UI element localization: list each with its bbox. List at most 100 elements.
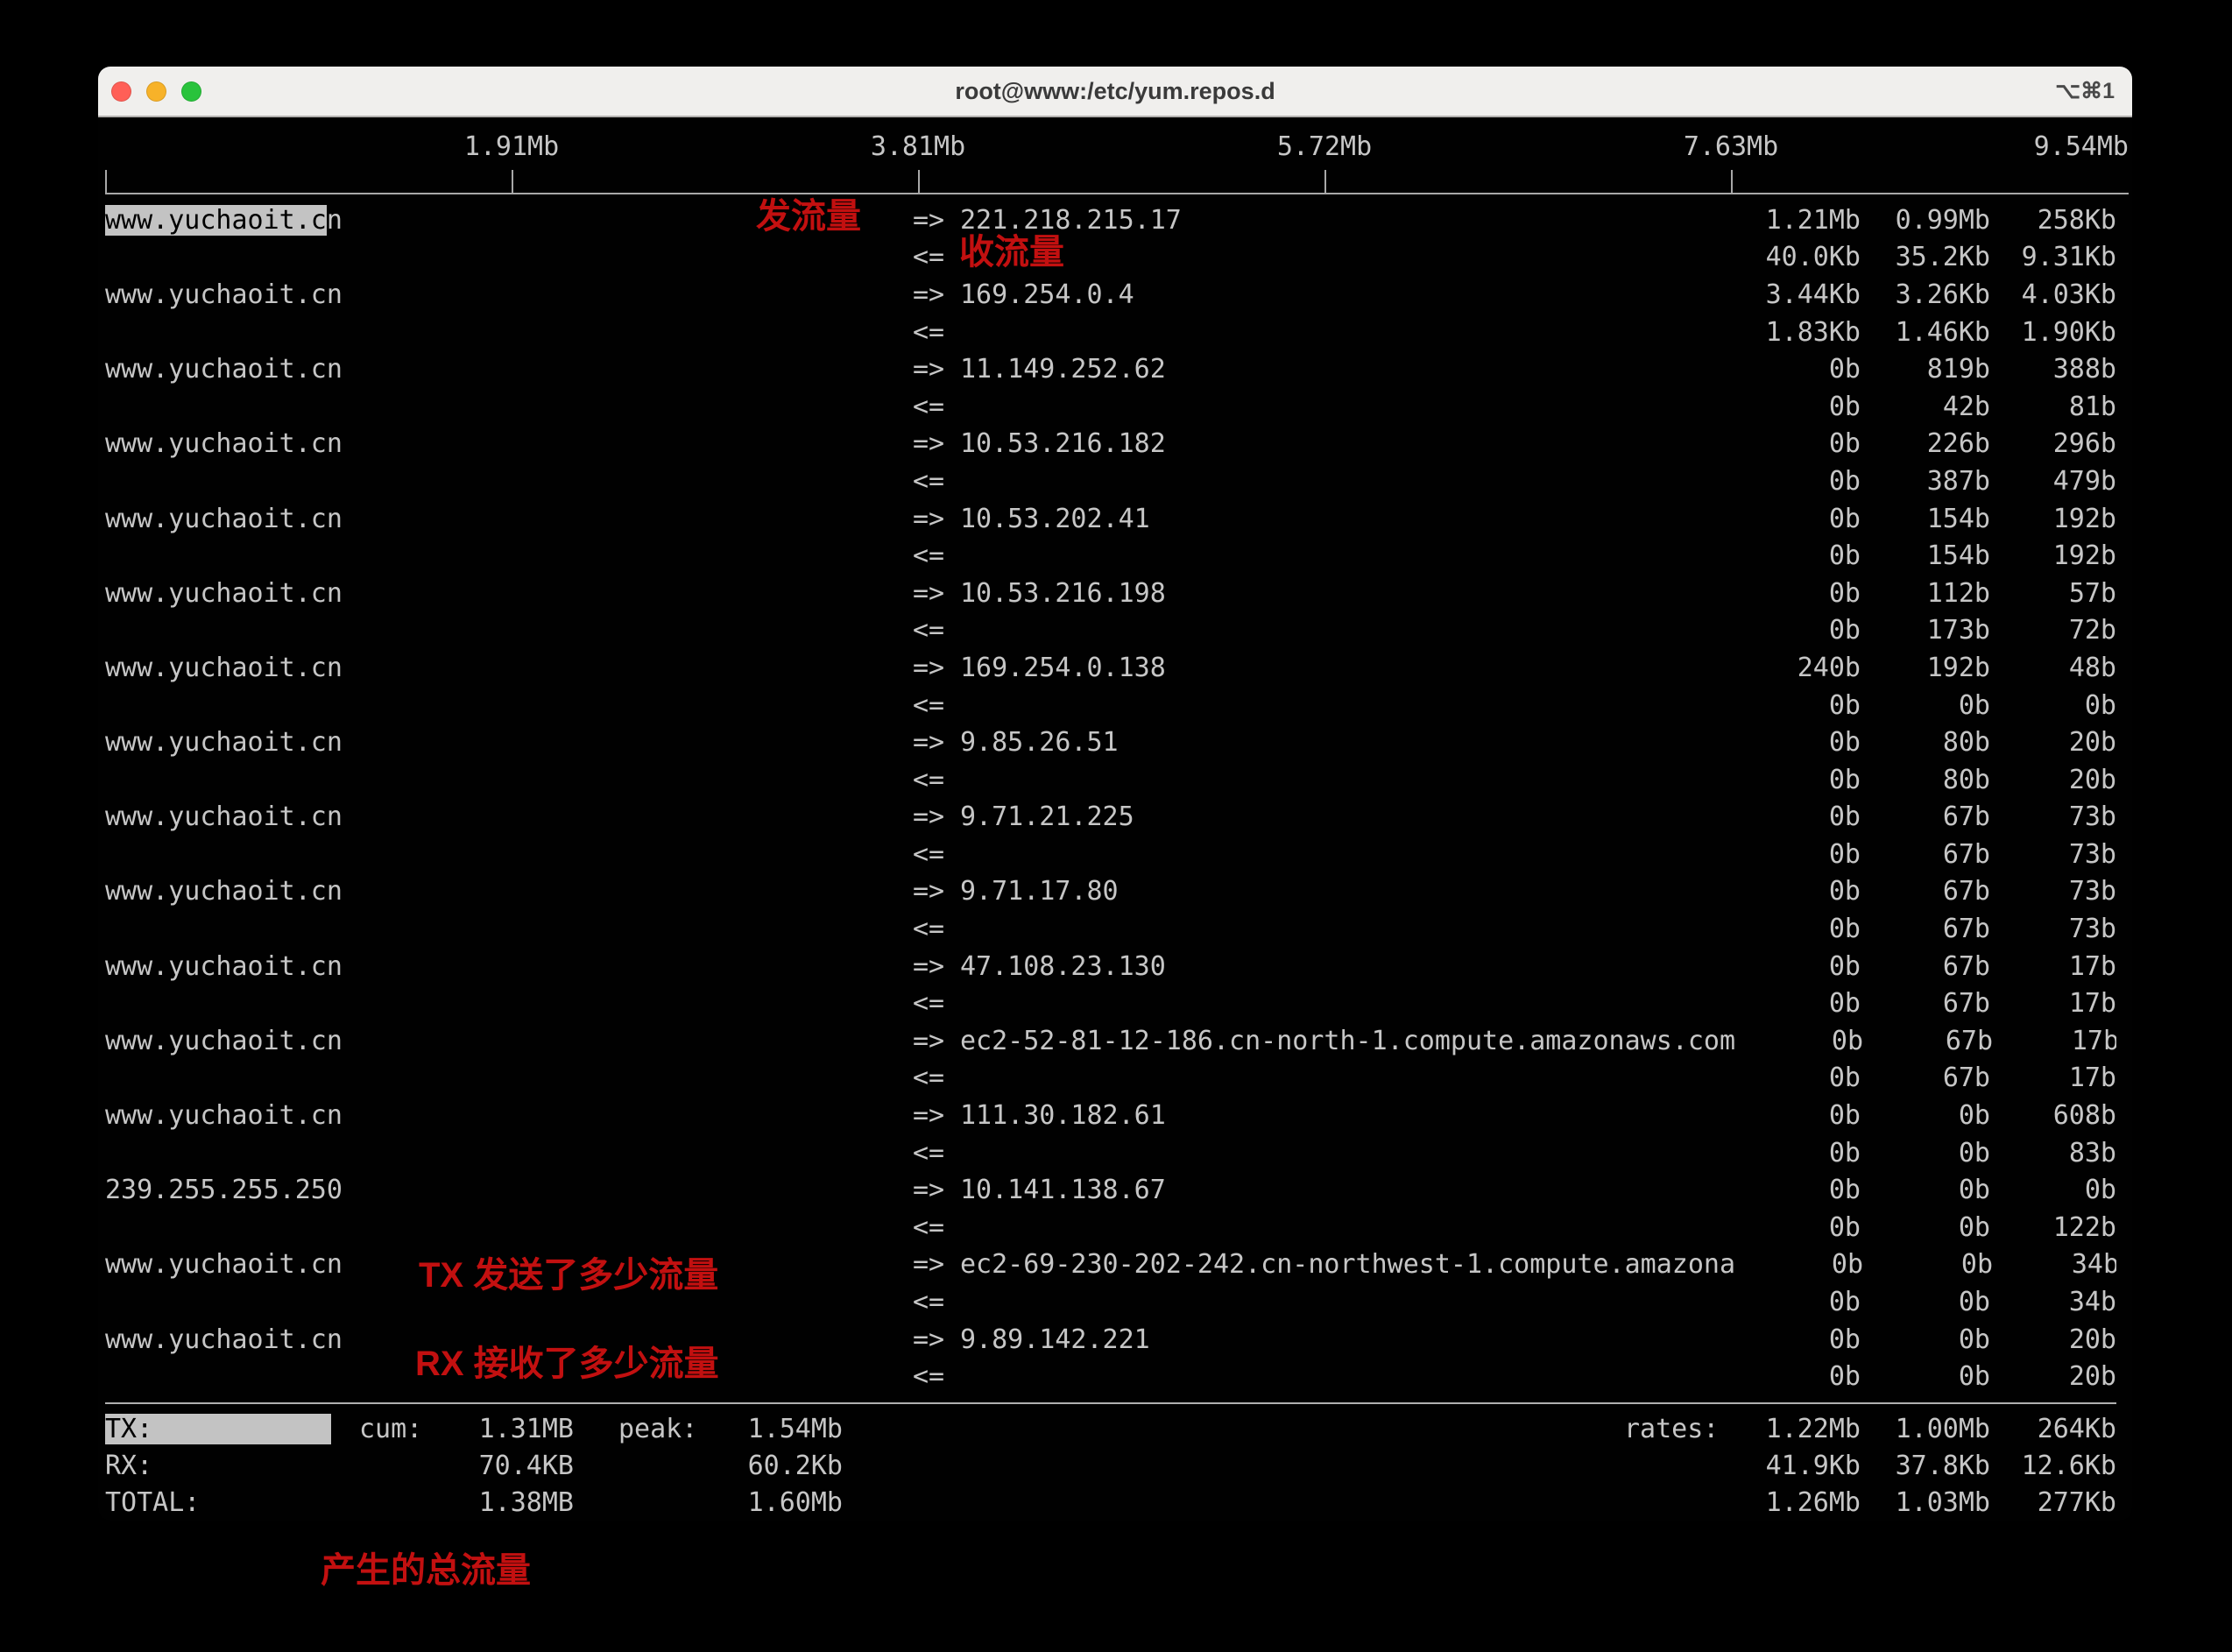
connection-rows: www.yuchaoit.cn => 221.218.215.17 1.21Mb… xyxy=(105,194,2116,1395)
connection-tx-line: www.yuchaoit.cn => 9.71.17.80 0b 67b 73b xyxy=(105,873,2116,911)
rx-arrow-icon: <= xyxy=(913,1212,960,1243)
tx-rate-10s: 0b xyxy=(1861,1100,1990,1131)
remote-host: 9.71.17.80 xyxy=(960,876,1119,907)
connection-rx-line: <= 0b 0b 0b xyxy=(105,687,2116,724)
remote-host: 111.30.182.61 xyxy=(960,1100,1166,1131)
rx-arrow-icon: <= xyxy=(913,466,960,497)
tx-arrow-icon: => xyxy=(913,1249,960,1280)
connection-tx-line: www.yuchaoit.cn => 9.71.21.225 0b 67b 73… xyxy=(105,799,2116,837)
tx-arrow-icon: => xyxy=(913,504,960,534)
connection-rx-line: <= 0b 0b 83b xyxy=(105,1134,2116,1172)
connection-rx-line: <= 40.0Kb 35.2Kb 9.31Kb xyxy=(105,239,2116,277)
window-controls xyxy=(111,67,201,116)
scale-tick xyxy=(1731,170,1733,193)
rx-rate-2s: 0b xyxy=(1733,540,1861,571)
rx-rate-40s: 192b xyxy=(1990,540,2116,571)
scale-tick xyxy=(1324,170,1326,193)
scale-label: 3.81Mb xyxy=(822,131,1014,162)
zoom-button-icon[interactable] xyxy=(181,81,201,102)
rx-rate-40s: 72b xyxy=(1990,615,2116,646)
tx-arrow-icon: => xyxy=(913,354,960,385)
rate-2s: 41.9Kb xyxy=(1719,1451,1861,1481)
rx-rate-2s: 0b xyxy=(1733,914,1861,944)
tx-rate-2s: 0b xyxy=(1733,578,1861,609)
peak-value: 60.2Kb xyxy=(697,1451,843,1481)
rate-40s: 277Kb xyxy=(1990,1487,2116,1518)
summary-row-label: TX: xyxy=(105,1414,331,1444)
rx-arrow-icon: <= xyxy=(913,839,960,870)
tx-rate-10s: 3.26Kb xyxy=(1861,279,1990,310)
rx-rate-40s: 34b xyxy=(1990,1287,2116,1317)
local-host: www.yuchaoit.cn xyxy=(105,504,913,534)
rx-rate-10s: 0b xyxy=(1861,1361,1990,1392)
rx-rate-2s: 0b xyxy=(1733,1361,1861,1392)
window-title: root@www:/etc/yum.repos.d xyxy=(955,78,1275,105)
connection-tx-line: www.yuchaoit.cn => 10.53.202.41 0b 154b … xyxy=(105,500,2116,538)
summary-row: RX: 70.4KB 60.2Kb 41.9Kb 37.8Kb 12.6Kb xyxy=(105,1447,2116,1484)
connection-rx-line: <= 0b 42b 81b xyxy=(105,388,2116,426)
rx-rate-40s: 73b xyxy=(1990,839,2116,870)
tx-rate-2s: 1.21Mb xyxy=(1733,205,1861,236)
remote-host: 11.149.252.62 xyxy=(960,354,1166,385)
rx-rate-10s: 67b xyxy=(1861,914,1990,944)
rx-rate-2s: 0b xyxy=(1733,765,1861,795)
rx-arrow-icon: <= xyxy=(913,690,960,721)
rx-rate-40s: 20b xyxy=(1990,1361,2116,1392)
rate-40s: 12.6Kb xyxy=(1990,1451,2116,1481)
rx-rate-2s: 0b xyxy=(1733,690,1861,721)
remote-host: 10.53.216.182 xyxy=(960,428,1166,459)
connection-rx-line: <= 0b 0b 34b xyxy=(105,1283,2116,1321)
rx-rate-10s: 0b xyxy=(1861,1287,1990,1317)
rx-rate-2s: 40.0Kb xyxy=(1733,242,1861,272)
summary-row-label: TOTAL: xyxy=(105,1487,200,1518)
connection-rx-line: <= 0b 67b 17b xyxy=(105,1060,2116,1098)
rx-rate-10s: 173b xyxy=(1861,615,1990,646)
cum-label: cum: xyxy=(359,1414,422,1444)
connection-tx-line: www.yuchaoit.cn => 10.53.216.198 0b 112b… xyxy=(105,575,2116,612)
connection-tx-line: www.yuchaoit.cn => ec2-52-81-12-186.cn-n… xyxy=(105,1022,2116,1060)
tx-rate-10s: 112b xyxy=(1861,578,1990,609)
rate-2s: 1.26Mb xyxy=(1719,1487,1861,1518)
connection-tx-line: www.yuchaoit.cn => 10.53.216.182 0b 226b… xyxy=(105,426,2116,463)
tx-rate-2s: 0b xyxy=(1733,801,1861,832)
tx-rate-2s: 3.44Kb xyxy=(1733,279,1861,310)
rx-rate-40s: 20b xyxy=(1990,765,2116,795)
peak-value: 1.54Mb xyxy=(697,1414,843,1444)
tx-rate-10s: 0b xyxy=(1861,1175,1990,1205)
terminal-screen[interactable]: 1.91Mb 3.81Mb 5.72Mb 7.63Mb 9.54Mb www.y… xyxy=(98,117,2132,1521)
tx-arrow-icon: => xyxy=(913,279,960,310)
rx-rate-10s: 0b xyxy=(1861,1138,1990,1168)
rx-rate-10s: 67b xyxy=(1861,839,1990,870)
connection-tx-line: www.yuchaoit.cn => ec2-69-230-202-242.cn… xyxy=(105,1246,2116,1284)
terminal-window: root@www:/etc/yum.repos.d ⌥⌘1 1.91Mb 3.8… xyxy=(98,67,2132,1521)
tx-rate-10s: 819b xyxy=(1861,354,1990,385)
connection-tx-line: www.yuchaoit.cn => 221.218.215.17 1.21Mb… xyxy=(105,201,2116,239)
tx-rate-10s: 80b xyxy=(1861,727,1990,758)
connection-rx-line: <= 0b 80b 20b xyxy=(105,761,2116,799)
tx-rate-10s: 192b xyxy=(1861,653,1990,683)
tx-rate-40s: 73b xyxy=(1990,876,2116,907)
rx-rate-10s: 0b xyxy=(1861,690,1990,721)
tx-rate-10s: 0.99Mb xyxy=(1861,205,1990,236)
rx-rate-40s: 17b xyxy=(1990,1063,2116,1093)
rx-rate-10s: 80b xyxy=(1861,765,1990,795)
local-host: www.yuchaoit.cn xyxy=(105,578,913,609)
rx-rate-40s: 81b xyxy=(1990,392,2116,422)
rx-arrow-icon: <= xyxy=(913,540,960,571)
close-button-icon[interactable] xyxy=(111,81,131,102)
annotation-total-note: 产生的总流量 xyxy=(321,1550,531,1591)
local-host: www.yuchaoit.cn xyxy=(105,1324,913,1355)
titlebar: root@www:/etc/yum.repos.d ⌥⌘1 xyxy=(98,67,2132,117)
connection-tx-line: www.yuchaoit.cn => 47.108.23.130 0b 67b … xyxy=(105,948,2116,985)
rx-arrow-icon: <= xyxy=(913,317,960,348)
tx-arrow-icon: => xyxy=(913,653,960,683)
tx-arrow-icon: => xyxy=(913,428,960,459)
scale-label: 5.72Mb xyxy=(1228,131,1421,162)
connection-tx-line: www.yuchaoit.cn => 11.149.252.62 0b 819b… xyxy=(105,350,2116,388)
minimize-button-icon[interactable] xyxy=(146,81,166,102)
scale-tick xyxy=(512,170,513,193)
tx-rate-10s: 226b xyxy=(1861,428,1990,459)
local-host: www.yuchaoit.cn xyxy=(105,205,913,236)
tx-rate-40s: 388b xyxy=(1990,354,2116,385)
tx-arrow-icon: => xyxy=(913,578,960,609)
